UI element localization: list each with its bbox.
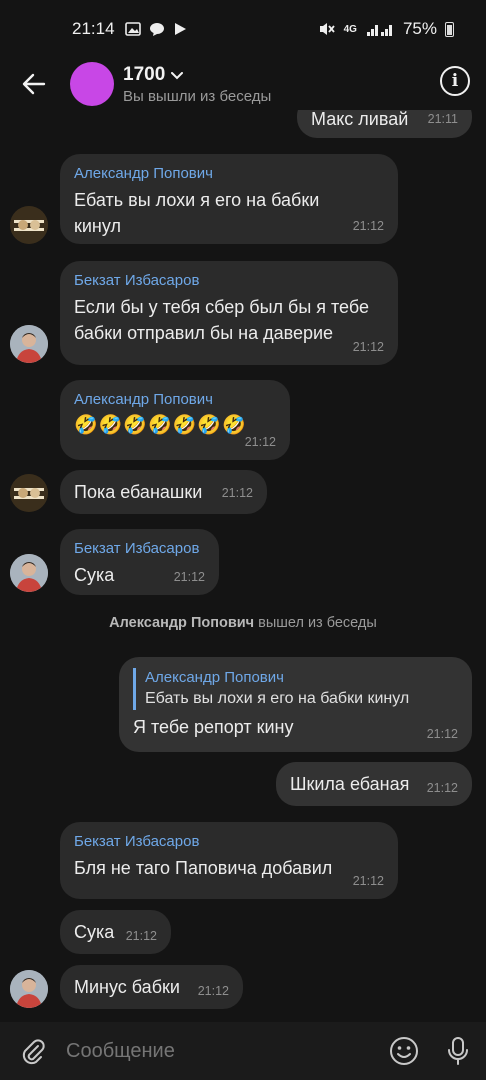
chat-subtitle: Вы вышли из беседы [123, 87, 272, 105]
chat-title: 1700 [123, 63, 166, 85]
battery-percent: 75% [402, 19, 437, 38]
message-bubble-incoming[interactable]: Сука 21:12 [60, 910, 171, 954]
mute-icon [319, 23, 335, 35]
battery-icon [445, 21, 454, 37]
arrow-left-icon [22, 73, 46, 95]
system-message-actor: Александр Попович [109, 615, 255, 631]
network-type: 4G [343, 23, 357, 35]
signal-icon [366, 25, 392, 36]
play-icon [174, 23, 186, 35]
message-input[interactable] [66, 1039, 378, 1063]
message-bubble-incoming[interactable]: Бекзат Избасаров Сука 21:12 [60, 529, 219, 595]
sender-name: Бекзат Избасаров [74, 540, 200, 557]
message-bubble-outgoing[interactable]: Александр Попович Ебать вы лохи я его на… [119, 657, 472, 752]
message-bubble-incoming[interactable]: Пока ебанашки 21:12 [60, 470, 267, 514]
smiley-icon [390, 1037, 418, 1065]
message-time: 21:12 [426, 727, 458, 741]
reply-quote[interactable]: Александр Попович Ебать вы лохи я его на… [133, 668, 458, 710]
message-time: 21:12 [352, 874, 384, 888]
status-bar: 21:14 4G 75% [0, 0, 486, 58]
message-text: Пока ебанашки [74, 482, 203, 502]
system-message: Александр Попович вышел из беседы [0, 615, 486, 631]
message-time: 21:12 [173, 570, 205, 584]
message-text: Ебать вы лохи я его на бабки кинул [74, 190, 320, 236]
message-bubble-incoming[interactable]: Бекзат Избасаров Если бы у тебя сбер был… [60, 261, 398, 365]
avatar-bekzat-izbasarov[interactable] [10, 325, 48, 363]
message-bubble-incoming[interactable]: Бекзат Избасаров Бля не таго Паповича до… [60, 822, 398, 899]
sender-name: Александр Попович [74, 165, 213, 182]
avatar-bekzat-izbasarov[interactable] [10, 970, 48, 1008]
message-time: 21:12 [352, 340, 384, 354]
message-time: 21:12 [426, 781, 458, 795]
message-list[interactable]: Макс ливай 21:11 Александр Попович Ебать… [0, 110, 486, 1022]
sender-name: Александр Попович [74, 391, 213, 408]
message-time: 21:12 [221, 486, 253, 500]
message-text: Если бы у тебя сбер был бы я тебе бабки … [74, 297, 369, 343]
paperclip-icon [22, 1039, 45, 1065]
message-bubble-incoming[interactable]: Александр Попович 🤣🤣🤣🤣🤣🤣🤣 21:12 [60, 380, 290, 460]
message-time: 21:12 [244, 435, 276, 449]
sender-name: Бекзат Избасаров [74, 272, 200, 289]
message-time: 21:12 [197, 984, 229, 998]
chat-bubble-icon [149, 22, 164, 36]
message-time: 21:12 [352, 219, 384, 233]
message-text: Я тебе репорт кину [133, 717, 294, 737]
attach-button[interactable] [0, 1037, 66, 1065]
back-button[interactable] [0, 58, 68, 110]
chat-avatar[interactable] [70, 62, 114, 106]
avatar-bekzat-izbasarov[interactable] [10, 554, 48, 592]
message-bubble-incoming[interactable]: Александр Попович Ебать вы лохи я его на… [60, 154, 398, 244]
chevron-down-icon [171, 64, 184, 86]
emoji-button[interactable] [378, 1036, 430, 1066]
avatar-aleksandr-popovich[interactable] [10, 474, 48, 512]
message-text: Макс ливай [311, 110, 409, 129]
message-time: 21:12 [125, 929, 157, 943]
message-text: Сука [74, 922, 115, 942]
message-time: 21:11 [427, 112, 458, 126]
system-message-action: вышел из беседы [258, 615, 377, 631]
message-composer [0, 1022, 486, 1080]
image-icon [124, 22, 141, 36]
message-bubble-incoming[interactable]: Минус бабки 21:12 [60, 965, 243, 1009]
reply-text: Ебать вы лохи я его на бабки кинул [145, 690, 410, 707]
status-time: 21:14 [72, 19, 115, 38]
message-bubble-outgoing[interactable]: Шкила ебаная 21:12 [276, 762, 472, 806]
message-text: Шкила ебаная [290, 774, 410, 794]
reply-sender-name: Александр Попович [145, 669, 284, 686]
info-button[interactable]: i [440, 66, 470, 96]
microphone-icon [448, 1037, 468, 1065]
message-text: Бля не таго Паповича добавил [74, 858, 333, 878]
avatar-aleksandr-popovich[interactable] [10, 206, 48, 244]
message-text: Минус бабки [74, 977, 180, 997]
info-icon: i [451, 71, 459, 91]
chat-header: 1700 Вы вышли из беседы i [0, 58, 486, 110]
message-bubble-outgoing[interactable]: Макс ливай 21:11 [297, 110, 472, 138]
sender-name: Бекзат Избасаров [74, 833, 200, 850]
microphone-button[interactable] [430, 1036, 486, 1066]
chat-title-block[interactable]: 1700 Вы вышли из беседы [123, 64, 271, 105]
